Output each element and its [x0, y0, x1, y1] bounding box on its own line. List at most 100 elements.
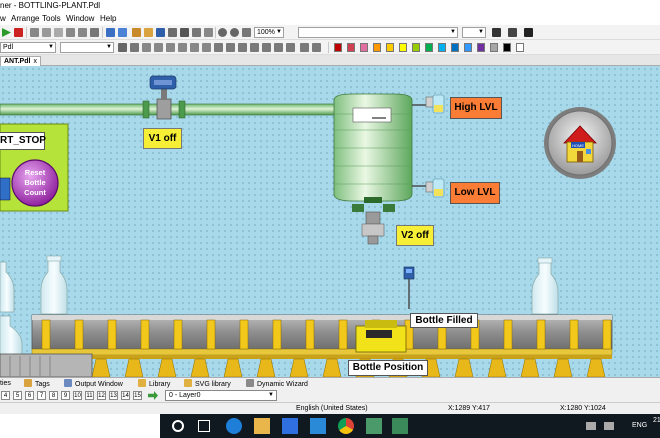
color-swatch[interactable]	[477, 43, 485, 52]
color-swatch[interactable]	[425, 43, 433, 52]
menu-help[interactable]: Help	[100, 14, 116, 23]
zoom-in-icon[interactable]	[218, 28, 227, 37]
clock[interactable]: 21	[653, 417, 660, 424]
zoom-out-icon[interactable]	[230, 28, 239, 37]
stop-icon[interactable]	[14, 28, 23, 37]
store-icon[interactable]	[282, 418, 298, 434]
page-button[interactable]: 6	[25, 391, 34, 400]
space-icon[interactable]	[312, 43, 321, 52]
zoom-fit-icon[interactable]	[242, 28, 251, 37]
outlet-valve-v2[interactable]	[361, 211, 385, 245]
folder-icon[interactable]	[144, 28, 153, 37]
zoom-combo[interactable]: 100% ▼	[254, 27, 284, 38]
menu-view[interactable]: w	[0, 14, 6, 23]
line-color-icon[interactable]	[508, 28, 517, 37]
arrow-right-icon[interactable]	[148, 391, 158, 400]
taskbar-search-box[interactable]	[0, 414, 160, 438]
tab-properties[interactable]: ties	[0, 379, 11, 389]
close-icon[interactable]: x	[33, 58, 37, 65]
font-size-combo[interactable]: ▼	[462, 27, 486, 38]
drawing-canvas[interactable]: HOME Reset Bottle Count RT_STOP V1 off H…	[0, 66, 660, 377]
align-bottom-icon[interactable]	[202, 43, 211, 52]
language-indicator[interactable]: ENG	[632, 422, 647, 429]
app-icon[interactable]	[366, 418, 382, 434]
align-left-icon[interactable]	[142, 43, 151, 52]
bring-front-icon[interactable]	[238, 43, 247, 52]
color-swatch[interactable]	[451, 43, 459, 52]
color-swatch[interactable]	[490, 43, 498, 52]
undo-icon[interactable]	[66, 28, 75, 37]
task-view-icon[interactable]	[198, 420, 210, 432]
print-icon[interactable]	[90, 28, 99, 37]
save-icon[interactable]	[156, 28, 165, 37]
align-right-icon[interactable]	[166, 43, 175, 52]
color-swatch[interactable]	[438, 43, 446, 52]
size-icon[interactable]	[300, 43, 309, 52]
mail-icon[interactable]	[310, 418, 326, 434]
grid-icon[interactable]	[106, 28, 115, 37]
color-swatch[interactable]	[347, 43, 355, 52]
lock-icon[interactable]	[286, 43, 295, 52]
font-name-combo[interactable]: ▼	[298, 27, 458, 38]
color-swatch[interactable]	[399, 43, 407, 52]
start-stop-button[interactable]: RT_STOP	[0, 132, 46, 150]
file-explorer-icon[interactable]	[254, 418, 270, 434]
page-button[interactable]: 15	[133, 391, 142, 400]
paste-icon[interactable]	[54, 28, 63, 37]
color-swatch[interactable]	[412, 43, 420, 52]
layer-select[interactable]: 0 - Layer0 ▼	[165, 390, 277, 401]
page-button[interactable]: 12	[97, 391, 106, 400]
menu-window[interactable]: Window	[66, 14, 94, 23]
wand-icon[interactable]	[118, 43, 127, 52]
ungroup-icon[interactable]	[226, 43, 235, 52]
page-button[interactable]: 9	[61, 391, 70, 400]
page-button[interactable]: 11	[85, 391, 94, 400]
open-icon[interactable]	[132, 28, 141, 37]
color-swatch[interactable]	[464, 43, 472, 52]
redo-icon[interactable]	[78, 28, 87, 37]
page-button[interactable]: 4	[1, 391, 10, 400]
page-button[interactable]: 10	[73, 391, 82, 400]
tag-icon[interactable]	[192, 28, 201, 37]
align-top-icon[interactable]	[178, 43, 187, 52]
rotate-icon[interactable]	[262, 43, 271, 52]
copy-icon[interactable]	[42, 28, 51, 37]
object-combo[interactable]: ▼	[60, 42, 114, 53]
pointer-help-icon[interactable]	[180, 28, 189, 37]
document-combo[interactable]: Pdl ▼	[0, 42, 56, 53]
page-button[interactable]: 5	[13, 391, 22, 400]
app-icon[interactable]	[392, 418, 408, 434]
doc-icon[interactable]	[204, 28, 213, 37]
document-tab[interactable]: ANT.Pdl x	[0, 56, 41, 66]
align-middle-icon[interactable]	[190, 43, 199, 52]
color-swatch[interactable]	[334, 43, 342, 52]
image-icon[interactable]	[168, 28, 177, 37]
menu-arrange[interactable]: Arrange	[11, 14, 39, 23]
chrome-icon[interactable]	[338, 418, 354, 434]
flip-icon[interactable]	[274, 43, 283, 52]
cut-icon[interactable]	[30, 28, 39, 37]
cortana-icon[interactable]	[172, 420, 184, 432]
page-button[interactable]: 13	[109, 391, 118, 400]
page-button[interactable]: 7	[37, 391, 46, 400]
group-icon[interactable]	[214, 43, 223, 52]
page-button[interactable]: 8	[49, 391, 58, 400]
run-icon[interactable]	[2, 28, 11, 37]
send-back-icon[interactable]	[250, 43, 259, 52]
network-icon[interactable]	[586, 422, 596, 430]
page-button[interactable]: 14	[121, 391, 130, 400]
edge-icon[interactable]	[226, 418, 242, 434]
color-swatch[interactable]	[386, 43, 394, 52]
volume-icon[interactable]	[604, 422, 614, 430]
home-button[interactable]: HOME	[544, 107, 616, 179]
snap-icon[interactable]	[118, 28, 127, 37]
fill-color-icon[interactable]	[492, 28, 501, 37]
brush-icon[interactable]	[130, 43, 139, 52]
menu-tools[interactable]: Tools	[42, 14, 61, 23]
color-swatch[interactable]	[360, 43, 368, 52]
color-swatch[interactable]	[516, 43, 524, 52]
align-center-icon[interactable]	[154, 43, 163, 52]
font-color-icon[interactable]	[524, 28, 533, 37]
color-swatch[interactable]	[373, 43, 381, 52]
color-swatch[interactable]	[503, 43, 511, 52]
